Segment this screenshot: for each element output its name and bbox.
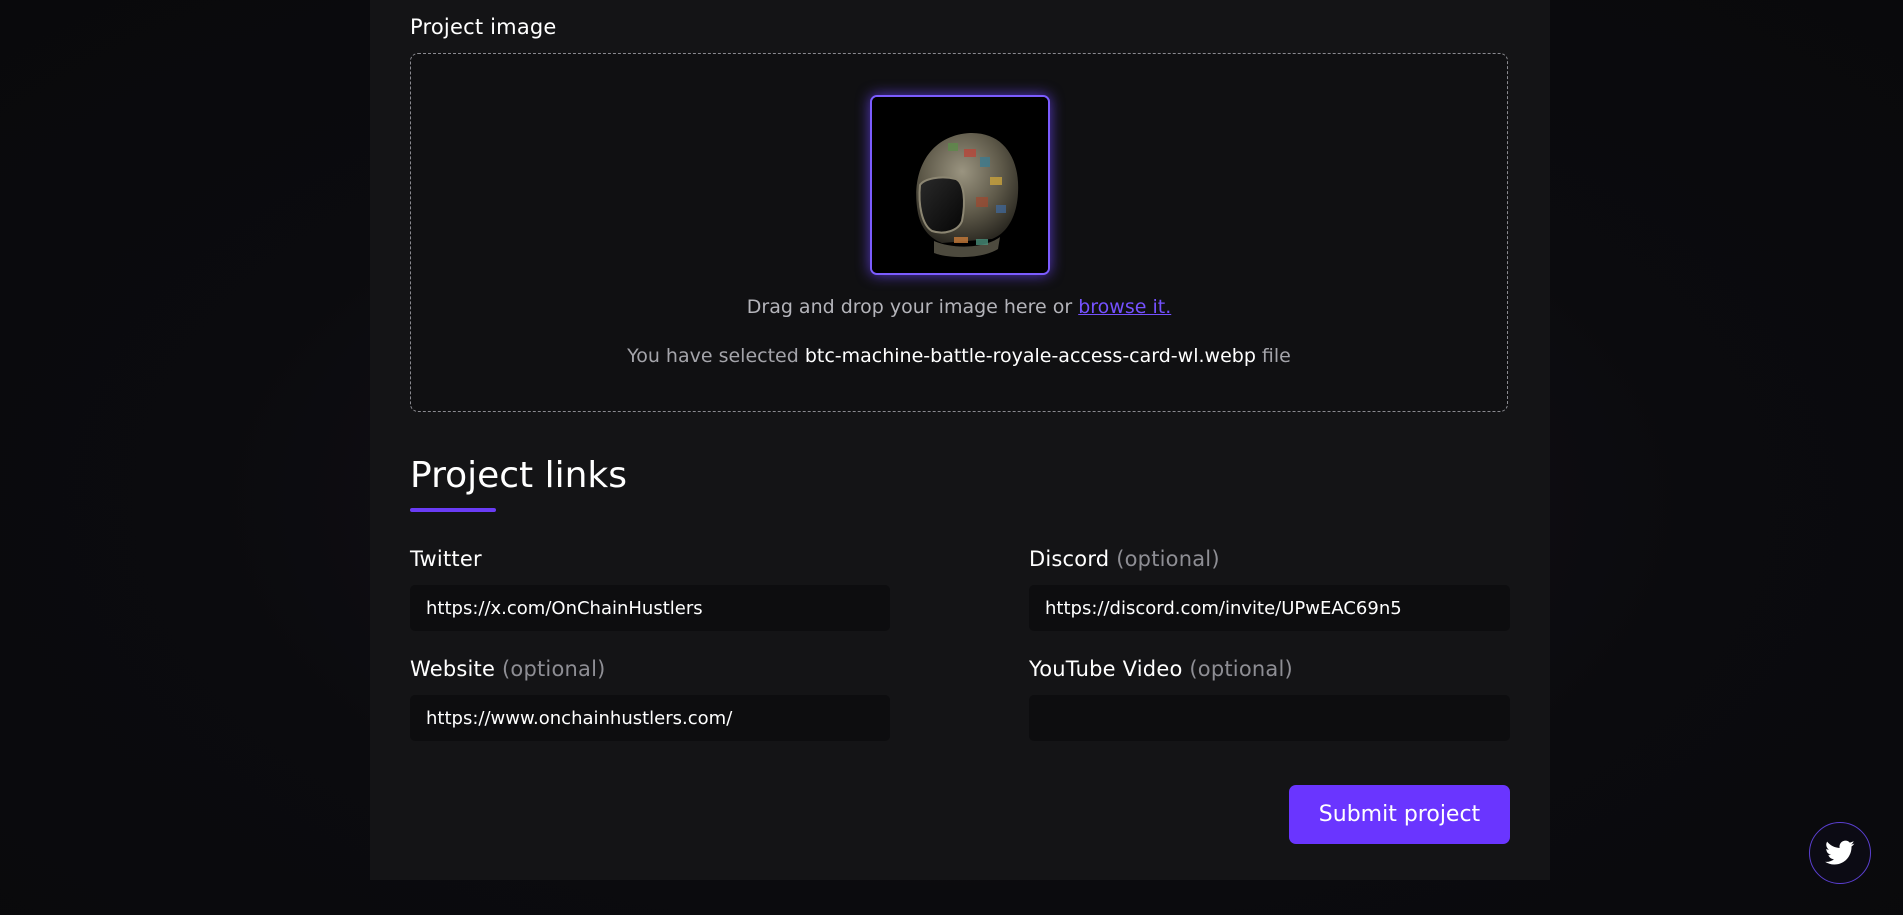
drag-drop-text: Drag and drop your image here or [746,296,1079,318]
selected-suffix: file [1255,345,1291,367]
twitter-input[interactable] [410,585,890,631]
twitter-icon [1825,840,1855,865]
youtube-label: YouTube Video (optional) [1029,657,1293,681]
discord-label: Discord (optional) [1029,547,1220,571]
project-links-title: Project links [410,455,628,496]
project-image-preview [870,95,1050,275]
website-input[interactable] [410,695,890,741]
selected-filename: btc-machine-battle-royale-access-card-wl… [804,345,1256,367]
helmet-image [872,97,1048,273]
selected-prefix: You have selected [627,345,805,367]
optional-tag: (optional) [1116,547,1220,571]
youtube-input[interactable] [1029,695,1510,741]
website-label: Website (optional) [410,657,606,681]
discord-input[interactable] [1029,585,1510,631]
submit-project-button[interactable]: Submit project [1289,785,1510,844]
dropzone-instructions: Drag and drop your image here or browse … [410,296,1508,318]
selected-file-text: You have selected btc-machine-battle-roy… [410,345,1508,367]
browse-link[interactable]: browse it. [1078,296,1171,318]
optional-tag: (optional) [1189,657,1293,681]
title-underline [410,508,496,512]
optional-tag: (optional) [502,657,606,681]
project-image-label: Project image [410,15,557,39]
twitter-floating-button[interactable] [1809,822,1871,884]
twitter-label: Twitter [410,547,482,571]
